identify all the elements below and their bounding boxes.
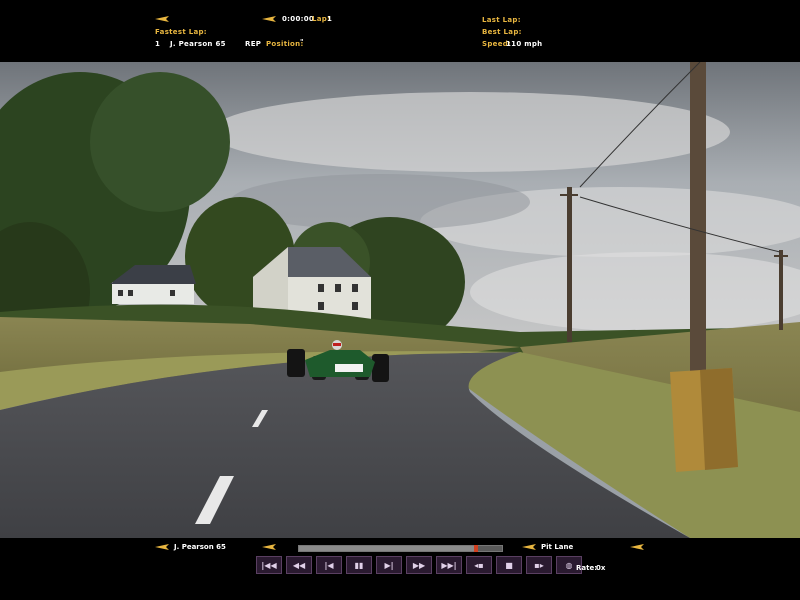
skip-start-button[interactable]: |◀◀: [256, 556, 282, 574]
replay-progress-fill: [299, 546, 476, 551]
pointer-icon: [155, 544, 169, 550]
best-lap-label: Best Lap:: [482, 28, 522, 36]
cloud: [210, 92, 730, 172]
step-back-button[interactable]: |◀: [316, 556, 342, 574]
rate-value: 0x: [596, 564, 606, 572]
speed-value: 110 mph: [506, 40, 543, 48]
camera-prev-button[interactable]: ◂▪: [466, 556, 492, 574]
top-hud: 0:00:00 Lap: 1 Fastest Lap: 1 J. Pearson…: [0, 0, 800, 62]
camera-next-button[interactable]: ▪▸: [526, 556, 552, 574]
hay-bale-shade: [700, 368, 738, 470]
fastest-lap-label: Fastest Lap:: [155, 28, 207, 36]
pause-button[interactable]: ▮▮: [346, 556, 372, 574]
skip-end-button[interactable]: ▶▶|: [436, 556, 462, 574]
fastest-rank: 1: [155, 40, 161, 48]
replay-progress-bar[interactable]: [298, 545, 503, 552]
telegraph-pole: [690, 62, 706, 372]
lap-value: 1: [327, 15, 333, 23]
rate-label: Rate:: [576, 564, 598, 572]
camera-name[interactable]: Pit Lane: [541, 543, 573, 551]
telegraph-pole-crossbar: [560, 194, 578, 196]
pointer-icon: [155, 16, 169, 22]
race-scene: [0, 62, 800, 538]
pointer-icon: [522, 544, 536, 550]
telegraph-pole: [779, 250, 783, 330]
replay-controls: |◀◀ ◀◀ |◀ ▮▮ ▶| ▶▶ ▶▶| ◂▪ ■ ▪▸ ◍: [256, 556, 582, 574]
position-label: Position:: [266, 40, 304, 48]
telegraph-pole: [567, 187, 572, 342]
rep-label: REP: [245, 40, 262, 48]
stop-button[interactable]: ■: [496, 556, 522, 574]
replay-progress-marker[interactable]: [473, 545, 478, 552]
pointer-icon: [262, 544, 276, 550]
step-forward-button[interactable]: ▶|: [376, 556, 402, 574]
telegraph-pole-crossbar: [774, 255, 788, 257]
pointer-icon: [630, 544, 644, 550]
replay-driver[interactable]: J. Pearson 65: [174, 543, 226, 551]
pointer-icon: [262, 16, 276, 22]
fastest-driver: J. Pearson 65: [170, 40, 226, 48]
fast-forward-button[interactable]: ▶▶: [406, 556, 432, 574]
tree-canopy: [90, 72, 230, 212]
last-lap-label: Last Lap:: [482, 16, 521, 24]
race-time: 0:00:00: [282, 15, 315, 23]
replay-bar: J. Pearson 65 Pit Lane |◀◀ ◀◀ |◀ ▮▮ ▶| ▶▶ ▶▶| ◂…: [0, 538, 800, 600]
rewind-button[interactable]: ◀◀: [286, 556, 312, 574]
scene-canvas: [0, 62, 800, 538]
position-value: ": [300, 38, 304, 46]
